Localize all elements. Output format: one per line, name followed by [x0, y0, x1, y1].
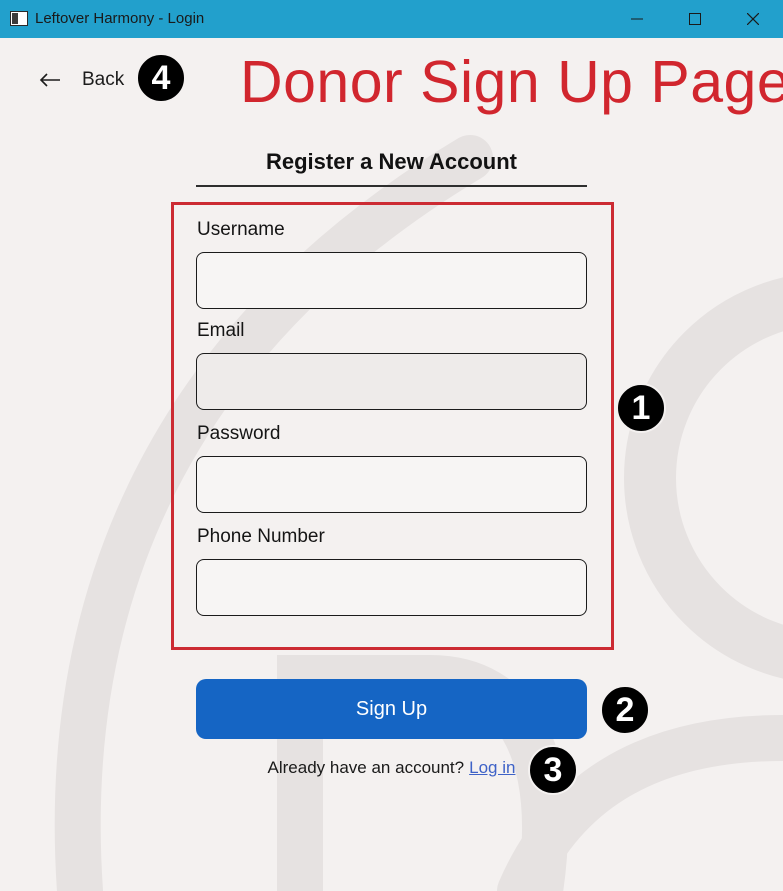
username-label: Username	[197, 219, 285, 240]
minimize-button[interactable]	[608, 0, 666, 38]
arrow-left-icon	[39, 73, 60, 87]
sign-up-button[interactable]: Sign Up	[196, 679, 587, 739]
phone-number-label: Phone Number	[197, 526, 325, 547]
title-bar: Leftover Harmony - Login	[0, 0, 783, 38]
page-title: Donor Sign Up Page	[240, 49, 783, 115]
close-button[interactable]	[724, 0, 782, 38]
app-icon	[10, 11, 28, 26]
password-label: Password	[197, 423, 281, 444]
minimize-icon	[631, 18, 643, 20]
email-label: Email	[197, 320, 245, 341]
annotation-badge-4: 4	[136, 53, 186, 103]
login-prompt-row: Already have an account? Log in	[0, 758, 783, 778]
username-input[interactable]	[196, 252, 587, 309]
login-link[interactable]: Log in	[469, 758, 515, 777]
maximize-icon	[689, 13, 701, 25]
password-input[interactable]	[196, 456, 587, 513]
annotation-badge-3: 3	[528, 745, 578, 795]
email-input[interactable]	[196, 353, 587, 410]
back-label: Back	[82, 69, 125, 90]
back-button[interactable]: Back	[38, 64, 124, 96]
content-area: Back 4 Donor Sign Up Page Register a New…	[0, 38, 783, 891]
window-title: Leftover Harmony - Login	[35, 10, 205, 27]
maximize-button[interactable]	[666, 0, 724, 38]
annotation-badge-2: 2	[600, 685, 650, 735]
phone-number-input[interactable]	[196, 559, 587, 616]
form-heading: Register a New Account	[265, 149, 518, 174]
heading-divider	[196, 185, 587, 187]
login-prompt: Already have an account?	[267, 758, 465, 777]
close-icon	[747, 13, 759, 25]
annotation-badge-1: 1	[616, 383, 666, 433]
